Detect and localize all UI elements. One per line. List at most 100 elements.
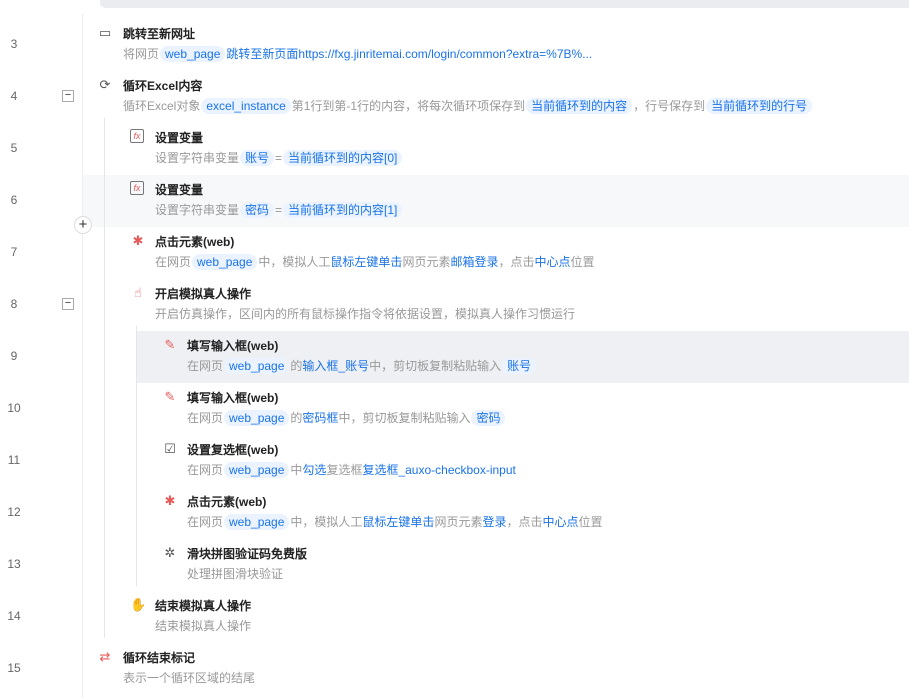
step-description: 在网页 web_page 的密码框中，剪切板复制粘贴输入 密码 [187,409,506,427]
click-element-icon: ✱ [164,493,176,508]
flow-step-row[interactable]: 5 fx 设置变量设置字符串变量 账号 = 当前循环到的内容[0] [0,123,909,175]
highlight-text: 中心点 [534,255,571,269]
variable-chip: 当前循环到的内容 [526,98,633,114]
variable-chip: excel_instance [201,98,291,114]
line-number: 3 [10,37,18,51]
desc-text: 网页元素 [434,515,483,529]
flow-step-row[interactable]: 14 ✋ 结束模拟真人操作 结束模拟真人操作 [0,591,909,643]
step-title: 跳转至新网址 [123,27,196,41]
desc-text: ，点击 [498,255,535,269]
line-number: 7 [10,245,18,259]
line-number: 15 [7,661,21,675]
flow-step-row[interactable]: 6 fx 设置变量 设置字符串变量 密码 = 当前循环到的内容[1] [0,175,909,227]
variable-chip: web_page [224,410,290,426]
flow-step-row[interactable]: 3 ▭ 跳转至新网址将网页 web_page 跳转至新页面https://fxg.jin… [0,19,909,71]
desc-text: 循环Excel对象 [123,99,201,113]
line-number: 5 [10,141,18,155]
highlight-text: 勾选 [302,463,327,477]
desc-text: 位置 [578,515,603,529]
variable-chip: 当前循环到的内容[1] [283,202,403,218]
highlight-text: 中心点 [542,515,579,529]
collapse-toggle[interactable]: − [62,90,74,102]
browser-redirect-icon: ▭ [98,25,112,40]
desc-text: 网页元素 [402,255,451,269]
variable-chip: 账号 [240,150,275,166]
step-title: 设置变量 [155,183,204,197]
line-number: 10 [7,401,21,415]
step-description: 开启仿真操作，区间内的所有鼠标操作指令将依据设置，模拟真人操作习惯运行 [155,305,575,323]
step-description: 在网页 web_page 中，模拟人工鼠标左键单击网页元素邮箱登录，点击中心点位置 [155,253,595,271]
top-panel-edge [100,0,909,8]
step-title: 滑块拼图验证码免费版 [187,547,308,561]
loop-guide-line [104,118,105,638]
variable-chip: 当前循环到的内容[0] [283,150,403,166]
puzzle-icon: ✲ [164,545,176,560]
desc-text: 的 [290,411,303,425]
checkbox-icon: ☑ [164,441,176,456]
desc-text: 结束模拟真人操作 [155,619,252,633]
variable-chip: 当前循环到的行号 [706,98,813,114]
excel-loop-icon: ⟳ [99,77,111,92]
step-description: 在网页 web_page 中，模拟人工鼠标左键单击网页元素登录，点击中心点位置 [187,513,603,531]
desc-text: 设置字符串变量 [155,203,240,217]
highlight-text: 登录 [482,515,507,529]
step-title: 循环结束标记 [123,651,196,665]
desc-text: = [275,203,283,217]
variable-chip: 密码 [240,202,275,218]
variable-chip: web_page [224,514,290,530]
set-variable-icon: fx [130,129,144,143]
step-title: 开启模拟真人操作 [155,287,252,301]
step-title: 循环Excel内容 [123,79,203,93]
flow-step-row[interactable]: 8 − ☝ 开启模拟真人操作开启仿真操作，区间内的所有鼠标操作指令将依据设置，模拟真人… [0,279,909,331]
line-number: 4 [10,89,18,103]
flow-step-row[interactable]: 4 − ⟳ 循环Excel内容 循环Excel对象 excel_instance 第1行到第… [0,71,909,123]
add-step-button[interactable]: + [74,216,92,234]
highlight-text: 邮箱登录 [450,255,499,269]
hand-pointer-icon: ☝ [134,285,142,300]
line-number: 8 [10,297,18,311]
step-title: 设置复选框(web) [187,443,279,457]
variable-chip: web_page [192,254,258,270]
highlight-text: 跳转至新页面https://fxg.jinritemai.com/login/c… [226,47,593,61]
line-number: 13 [7,557,21,571]
desc-text: 中，模拟人工 [258,255,331,269]
step-title: 点击元素(web) [155,235,235,249]
desc-text: 表示一个循环区域的结尾 [123,671,256,685]
desc-text: = [275,151,283,165]
highlight-text: 鼠标左键单击 [362,515,435,529]
line-number: 11 [7,453,21,467]
line-number: 12 [7,505,21,519]
desc-text: 中 [290,463,303,477]
desc-text: 中，剪切板复制粘贴输入 [369,359,502,373]
flow-step-row[interactable]: 15 ⇄ 循环结束标记 表示一个循环区域的结尾 [0,643,909,695]
step-title: 设置变量 [155,131,204,145]
collapse-toggle[interactable]: − [62,298,74,310]
line-number: 14 [7,609,21,623]
desc-text: 在网页 [187,463,224,477]
line-number: 9 [10,349,18,363]
step-description: 设置字符串变量 账号 = 当前循环到的内容[0] [155,149,403,167]
highlight-text: 复选框_auxo-checkbox-input [362,463,516,477]
desc-text: 设置字符串变量 [155,151,240,165]
step-description: 将网页 web_page 跳转至新页面https://fxg.jinritemai.… [123,45,592,63]
highlight-text: 密码框 [302,411,339,425]
variable-chip: web_page [224,358,290,374]
hand-icon: ✋ [130,597,147,612]
click-element-icon: ✱ [132,233,144,248]
variable-chip: web_page [224,462,290,478]
highlight-text: 输入框_账号 [302,359,370,373]
variable-chip: 账号 [502,358,537,374]
desc-text: 在网页 [187,515,224,529]
flow-step-row[interactable]: 7 ✱ 点击元素(web) 在网页 web_page 中，模拟人工鼠标左键单击网页元素邮箱… [0,227,909,279]
step-description: 在网页 web_page 的输入框_账号中，剪切板复制粘贴输入 账号 [187,357,537,375]
desc-text: 处理拼图滑块验证 [187,567,284,581]
highlight-text: 鼠标左键单击 [330,255,403,269]
desc-text: 中，剪切板复制粘贴输入 [338,411,471,425]
desc-text: 将网页 [123,47,160,61]
desc-text: ，行号保存到 [633,99,706,113]
desc-text: 开启仿真操作，区间内的所有鼠标操作指令将依据设置，模拟真人操作习惯运行 [155,307,576,321]
step-title: 填写输入框(web) [187,391,279,405]
step-description: 处理拼图滑块验证 [187,565,283,583]
simulate-guide-line [136,326,137,586]
fill-input-icon: ✎ [164,389,176,404]
